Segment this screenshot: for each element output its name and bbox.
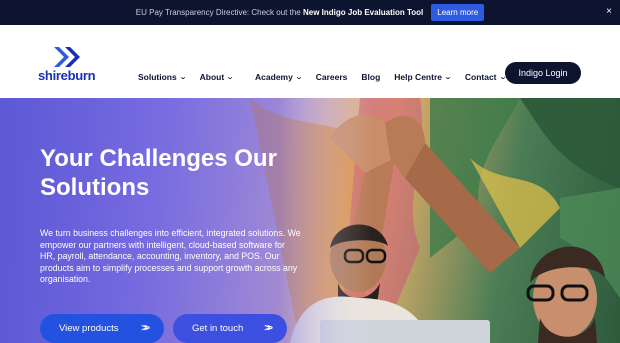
site-header: shireburn Solutions ⌄ About ⌄ Academy ⌄ …: [0, 25, 620, 98]
announcement-bar: EU Pay Transparency Directive: Check out…: [0, 0, 620, 25]
nav-label: About: [199, 72, 225, 82]
nav-label: Careers: [315, 72, 348, 82]
get-in-touch-label: Get in touch: [192, 323, 244, 334]
double-chevron-right-icon: >>: [264, 323, 273, 334]
nav-item-academy[interactable]: Academy ⌄: [255, 72, 303, 82]
close-icon[interactable]: ×: [606, 6, 612, 17]
double-chevron-right-icon: >>: [141, 323, 150, 334]
main-nav: Solutions ⌄ About ⌄ Academy ⌄ Careers Bl…: [138, 72, 519, 82]
nav-item-blog[interactable]: Blog: [361, 72, 380, 82]
nav-item-contact[interactable]: Contact ⌄: [464, 72, 507, 82]
get-in-touch-button[interactable]: Get in touch >>: [173, 314, 287, 343]
shireburn-logo[interactable]: shireburn: [38, 46, 98, 83]
learn-more-button[interactable]: Learn more: [431, 4, 485, 21]
announcement-text: EU Pay Transparency Directive: Check out…: [136, 8, 424, 17]
nav-label: Academy: [255, 72, 293, 82]
nav-item-about[interactable]: About ⌄: [199, 72, 235, 82]
nav-label: Blog: [361, 72, 381, 82]
hero-background-image: [0, 98, 620, 343]
logo-chevrons-icon: [54, 47, 80, 67]
chevron-down-icon: ⌄: [178, 74, 187, 81]
hero-title: Your Challenges Our Solutions: [40, 145, 277, 201]
announcement-highlight: New Indigo Job Evaluation Tool: [302, 8, 424, 17]
nav-item-careers[interactable]: Careers: [316, 72, 348, 82]
hero-section: Your Challenges Our Solutions We turn bu…: [0, 98, 620, 343]
nav-item-help-centre[interactable]: Help Centre ⌄: [394, 72, 453, 82]
announcement-message: EU Pay Transparency Directive: Check out…: [135, 8, 301, 17]
chevron-down-icon: ⌄: [443, 74, 453, 81]
nav-label: Help Centre: [394, 72, 442, 82]
chevron-down-icon: ⌄: [294, 74, 303, 81]
view-products-button[interactable]: View products >>: [40, 314, 164, 343]
indigo-login-button[interactable]: Indigo Login: [505, 62, 581, 84]
chevron-down-icon: ⌄: [225, 74, 235, 81]
hero-description: We turn business challenges into efficie…: [40, 228, 301, 285]
logo-wordmark: shireburn: [38, 68, 96, 83]
view-products-label: View products: [59, 323, 119, 334]
nav-item-solutions[interactable]: Solutions ⌄: [138, 72, 187, 82]
nav-label: Solutions: [138, 72, 177, 82]
nav-label: Contact: [464, 72, 497, 82]
